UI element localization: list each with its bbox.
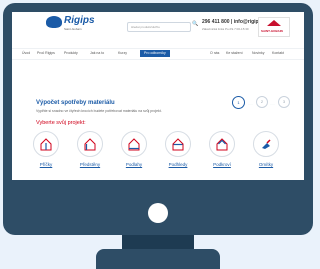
nav-item-courses[interactable]: Kurzy <box>118 51 127 55</box>
step-2[interactable]: 2 <box>256 96 268 108</box>
plaster-trowel-icon <box>253 131 279 157</box>
step-1[interactable]: 1 <box>232 96 245 109</box>
category-label: Podkroví <box>213 162 231 167</box>
category-label: Podlahy <box>125 162 143 167</box>
site-header: Rigips Saint-Gobain Hledat produkt/služb… <box>12 12 304 42</box>
brand-badge[interactable]: SAINT-GOBAIN <box>258 17 290 37</box>
nav-item-why[interactable]: Proč Rigips <box>37 51 55 55</box>
step-3[interactable]: 3 <box>278 96 290 108</box>
search-icon[interactable]: 🔍 <box>192 21 198 27</box>
search-placeholder: Hledat produkt/službu <box>131 25 161 29</box>
category-wall-linings[interactable]: Předstěny <box>70 131 110 167</box>
logo-subtitle: Saint-Gobain <box>64 27 82 31</box>
main-nav: Úvod Proč Rigips Produkty Jak na to Kurz… <box>12 48 304 60</box>
monitor-stand-neck <box>122 235 194 249</box>
monitor-stand-base <box>96 249 220 269</box>
category-label: Předstěny <box>79 162 101 167</box>
nav-item-downloads[interactable]: Ke stažení <box>226 51 243 55</box>
page-description: Vyplňte si snadno ve čtyřech krocích bud… <box>36 109 162 113</box>
roof-icon <box>267 20 281 26</box>
category-label: Omítky <box>258 162 274 167</box>
nav-item-howto[interactable]: Jak na to <box>90 51 104 55</box>
nav-item-about[interactable]: O nás <box>210 51 219 55</box>
category-floors[interactable]: Podlahy <box>114 131 154 167</box>
category-label: Příčky <box>39 162 53 167</box>
category-partitions[interactable]: Příčky <box>26 131 66 167</box>
step-separator: ····· <box>270 102 275 106</box>
page-title: Výpočet spotřeby materiálu <box>36 100 115 106</box>
category-ceilings[interactable]: Podhledy <box>158 131 198 167</box>
monitor-frame: Rigips Saint-Gobain Hledat produkt/služb… <box>3 3 313 235</box>
step-separator: ····· <box>248 102 253 106</box>
logo-text[interactable]: Rigips <box>64 15 95 26</box>
badge-label: SAINT-GOBAIN <box>261 29 283 33</box>
partition-icon <box>33 131 59 157</box>
nav-item-professionals[interactable]: Pro odborníky <box>140 50 170 57</box>
screen: Rigips Saint-Gobain Hledat produkt/služb… <box>12 12 304 180</box>
power-button <box>148 203 168 223</box>
logo-icon[interactable] <box>46 16 62 28</box>
nav-item-products[interactable]: Produkty <box>64 51 78 55</box>
attic-icon <box>209 131 235 157</box>
category-plasters[interactable]: Omítky <box>246 131 286 167</box>
search-input[interactable]: Hledat produkt/službu <box>127 22 191 32</box>
category-attic[interactable]: Podkroví <box>202 131 242 167</box>
contact-hours: Zákaznická linka Po-Pá 7:00-15:30 <box>202 27 249 31</box>
project-prompt: Vyberte svůj projekt: <box>36 120 86 126</box>
ceiling-icon <box>165 131 191 157</box>
nav-item-news[interactable]: Novinky <box>252 51 264 55</box>
step-indicator: 1 ····· 2 ····· 3 <box>232 96 292 110</box>
wall-lining-icon <box>77 131 103 157</box>
floor-icon <box>121 131 147 157</box>
category-label: Podhledy <box>168 162 188 167</box>
nav-item-home[interactable]: Úvod <box>22 51 30 55</box>
nav-item-contact[interactable]: Kontakt <box>272 51 284 55</box>
